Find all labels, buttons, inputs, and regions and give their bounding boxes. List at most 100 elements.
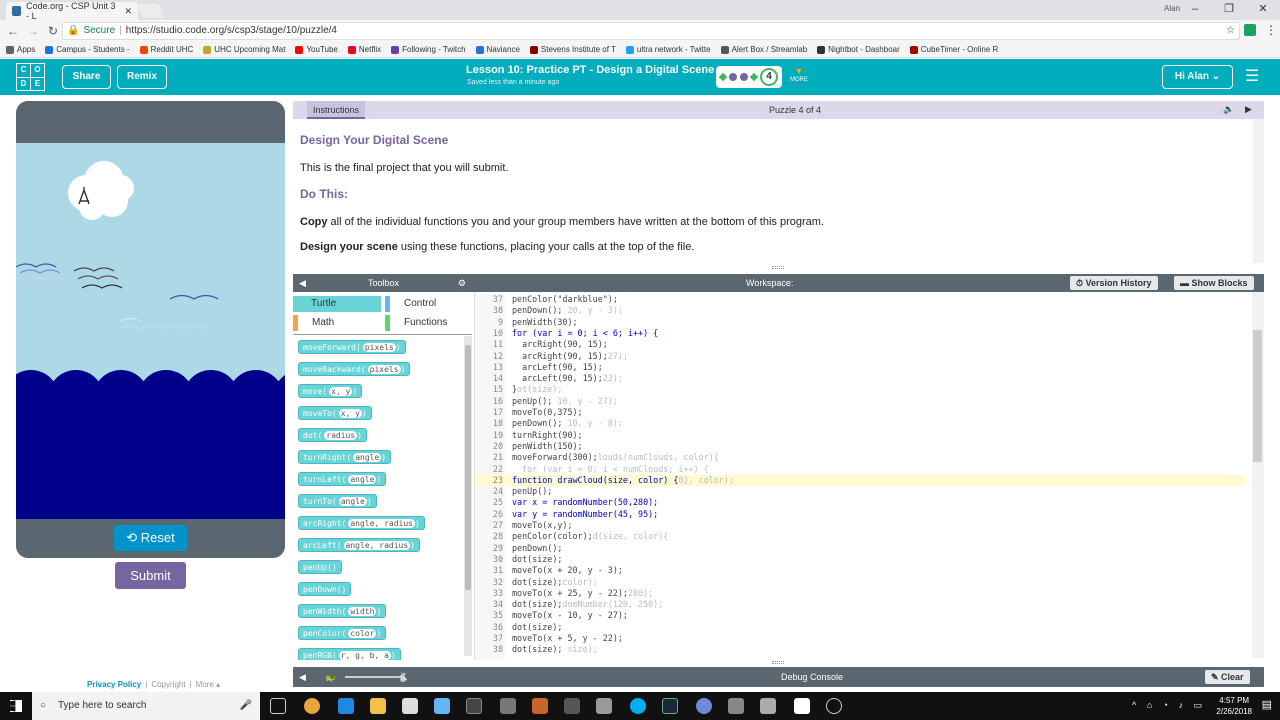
code-line[interactable]: 13 arcLeft(90, 15); xyxy=(475,362,1245,373)
category-math[interactable]: Math xyxy=(293,315,381,331)
bookmark-5[interactable]: Netflix xyxy=(347,45,381,54)
code-line[interactable]: 35 moveTo(x - 10, y - 27); xyxy=(475,610,1245,621)
category-functions[interactable]: Functions xyxy=(385,315,471,331)
app-icon-8[interactable] xyxy=(760,698,776,714)
lesson-title[interactable]: Lesson 10: Practice PT - Design a Digita… xyxy=(466,64,714,76)
code-line[interactable]: 15}ot(size); xyxy=(475,384,1245,395)
code-line[interactable]: 38 dot(size); size); xyxy=(475,644,1245,655)
windows-start-icon[interactable] xyxy=(10,700,22,712)
code-line[interactable]: 31 moveTo(x + 20, y - 3); xyxy=(475,565,1245,576)
skype-icon[interactable] xyxy=(630,698,646,714)
reset-button[interactable]: ⟲ Reset xyxy=(114,525,187,551)
speaker-icon[interactable]: 🔈 xyxy=(1223,104,1234,115)
toolbox-scroll-thumb[interactable] xyxy=(465,345,471,590)
window-close-icon[interactable]: ✕ xyxy=(1246,0,1280,20)
taskbar-search-input[interactable]: ○ Type here to search 🎤 xyxy=(32,692,260,720)
tab-close-icon[interactable]: ✕ xyxy=(124,6,132,17)
extension-icon[interactable] xyxy=(1244,24,1256,36)
gear-icon[interactable]: ⚙ xyxy=(458,274,466,292)
submit-button[interactable]: Submit xyxy=(115,562,186,589)
block-dot[interactable]: dot(radius) xyxy=(298,428,368,442)
progress-diamond-4[interactable] xyxy=(749,72,759,82)
block-moveForward[interactable]: moveForward(pixels) xyxy=(298,340,406,354)
privacy-policy-link[interactable]: Privacy Policy xyxy=(87,680,141,689)
app-icon-1[interactable] xyxy=(434,698,450,714)
block-turnRight[interactable]: turnRight(angle) xyxy=(298,450,392,464)
code-line[interactable]: 37 moveTo(x + 5, y - 22); xyxy=(475,633,1245,644)
code-line[interactable]: 37 penColor("darkblue"); xyxy=(475,294,1245,305)
app-icon-3[interactable] xyxy=(500,698,516,714)
bookmark-6[interactable]: Following - Twitch xyxy=(391,45,466,54)
bookmark-0[interactable]: Apps xyxy=(6,45,35,54)
new-tab-button[interactable] xyxy=(137,4,165,18)
code-line[interactable]: 12 arcRight(90, 15);27); xyxy=(475,351,1245,362)
code-org-logo[interactable]: CO DE xyxy=(16,63,45,91)
microphone-icon[interactable]: 🎤 xyxy=(240,692,252,720)
app-icon-2[interactable] xyxy=(466,698,482,714)
code-scroll-thumb[interactable] xyxy=(1253,330,1262,462)
block-arcLeft[interactable]: arcLeft(angle, radius) xyxy=(298,538,420,552)
code-line[interactable]: 10 for (var i = 0; i < 6; i++) { xyxy=(475,328,1245,339)
progress-dot-2[interactable] xyxy=(729,73,737,81)
code-line[interactable]: 21 moveForward(300);louds(numClouds, colo… xyxy=(475,452,1245,463)
code-line[interactable]: 38 penDown(); 20, y - 3); xyxy=(475,305,1245,316)
bookmark-1[interactable]: Campus - Students - xyxy=(45,45,130,54)
share-button[interactable]: Share xyxy=(62,65,111,89)
block-penDown[interactable]: penDown() xyxy=(298,582,352,596)
store-icon[interactable] xyxy=(402,698,418,714)
edge-icon[interactable] xyxy=(338,698,354,714)
maximize-icon[interactable]: ❐ xyxy=(1212,0,1246,20)
code-line[interactable]: 29 penDown(); xyxy=(475,543,1245,554)
code-line[interactable]: 34 dot(size);domNumber(120, 250); xyxy=(475,599,1245,610)
code-line[interactable]: 11 arcRight(90, 15); xyxy=(475,339,1245,350)
chrome-icon[interactable] xyxy=(304,698,320,714)
code-line[interactable]: 33 moveTo(x + 25, y - 22);280); xyxy=(475,588,1245,599)
code-line[interactable]: 28 penColor(color);d(size, color){ xyxy=(475,531,1245,542)
code-line[interactable]: 24 penUp(); xyxy=(475,486,1245,497)
bookmark-10[interactable]: Alert Box / Streamlab xyxy=(720,45,807,54)
current-level-bubble[interactable]: 4 xyxy=(760,68,778,86)
progress-diamond-1[interactable] xyxy=(718,72,728,82)
resize-handle[interactable] xyxy=(772,266,784,269)
block-penColor[interactable]: penColor(color) xyxy=(298,626,387,640)
code-line[interactable]: 32 dot(size);color); xyxy=(475,577,1245,588)
code-line[interactable]: 18 penDown(); 10, y - 8); xyxy=(475,418,1245,429)
app-icon-7[interactable] xyxy=(728,698,744,714)
collapse-left-icon[interactable]: ◀ xyxy=(299,274,306,292)
back-icon[interactable]: ← xyxy=(6,24,20,38)
collapse-debug-icon[interactable]: ◀ xyxy=(299,667,306,687)
minimize-icon[interactable]: – xyxy=(1178,0,1212,20)
app-icon-4[interactable] xyxy=(532,698,548,714)
star-icon[interactable]: ☆ xyxy=(1226,23,1235,39)
bookmark-11[interactable]: Nightbot - Dashboar xyxy=(817,45,900,54)
block-move[interactable]: move(x, y) xyxy=(298,384,363,398)
turtle-canvas[interactable] xyxy=(16,143,285,519)
bookmark-12[interactable]: CubeTimer - Online R xyxy=(909,45,998,54)
bookmark-9[interactable]: ultra network - Twitte xyxy=(625,45,711,54)
copyright-link[interactable]: Copyright xyxy=(151,680,185,689)
block-turnLeft[interactable]: turnLeft(angle) xyxy=(298,472,387,486)
steam-icon[interactable] xyxy=(662,698,678,714)
block-penUp[interactable]: penUp() xyxy=(298,560,342,574)
forward-icon[interactable]: → xyxy=(26,24,40,38)
code-line[interactable]: 30 dot(size); xyxy=(475,554,1245,565)
app-icon-5[interactable] xyxy=(564,698,580,714)
app-icon-9[interactable] xyxy=(826,698,842,714)
url-input[interactable]: 🔒 Secure | https://studio.code.org/s/csp… xyxy=(62,22,1240,40)
code-line[interactable]: 26 var y = randomNumber(45, 95); xyxy=(475,509,1245,520)
system-tray-icons[interactable]: ^ ⌂ ◔ ♪ ▭ xyxy=(1132,700,1206,711)
hamburger-menu-icon[interactable]: ☰ xyxy=(1245,69,1259,85)
code-line[interactable]: 23 function drawCloud(size, color) {0), c… xyxy=(475,474,1245,486)
block-penWidth[interactable]: penWidth(width) xyxy=(298,604,387,618)
code-line[interactable]: 20 penWidth(150); xyxy=(475,441,1245,452)
code-line[interactable]: 14 arcLeft(90, 15);22); xyxy=(475,373,1245,384)
notifications-icon[interactable]: ▤ xyxy=(1262,698,1272,711)
resize-handle-bottom[interactable] xyxy=(772,661,784,664)
progress-bubbles[interactable]: 4 xyxy=(716,66,782,88)
reload-icon[interactable]: ↻ xyxy=(46,24,60,38)
category-turtle[interactable]: Turtle xyxy=(293,296,381,312)
code-line[interactable]: 22 for (var i = 0; i < numClouds; i++) { xyxy=(475,464,1245,475)
browser-tab[interactable]: Code.org - CSP Unit 3 - L ✕ xyxy=(6,1,138,21)
taskbar-clock[interactable]: 4:57 PM 2/26/2018 xyxy=(1216,695,1252,717)
discord-icon[interactable] xyxy=(696,698,712,714)
